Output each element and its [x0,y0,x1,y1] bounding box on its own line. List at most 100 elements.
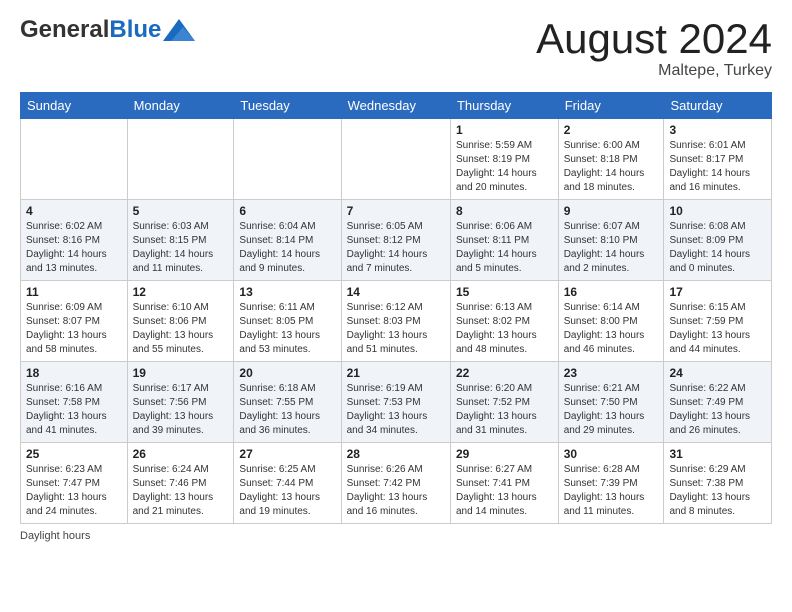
day-info: Sunrise: 6:20 AM Sunset: 7:52 PM Dayligh… [456,382,553,438]
daylight-label: Daylight hours [20,530,90,542]
day-number: 22 [456,366,553,380]
day-number: 1 [456,123,553,137]
calendar-cell: 9Sunrise: 6:07 AM Sunset: 8:10 PM Daylig… [558,200,664,281]
day-number: 10 [669,204,766,218]
logo-blue: Blue [109,16,161,44]
day-info: Sunrise: 6:02 AM Sunset: 8:16 PM Dayligh… [26,220,122,276]
calendar-cell: 22 Sunrise: 6:20 AM Sunset: 7:52 PM Dayli… [450,362,558,443]
page: General Blue August 2024 Maltepe, Turkey… [0,0,792,612]
calendar-cell: 23Sunrise: 6:21 AM Sunset: 7:50 PM Dayli… [558,362,664,443]
day-info: Sunrise: 6:18 AM Sunset: 7:55 PM Dayligh… [239,382,335,438]
day-number: 25 [26,447,122,461]
calendar-cell: 26 Sunrise: 6:24 AM Sunset: 7:46 PM Dayli… [127,443,234,524]
calendar-cell: 25 Sunrise: 6:23 AM Sunset: 7:47 PM Dayli… [21,443,128,524]
legend: Daylight hours [20,530,772,542]
day-number: 4 [26,204,122,218]
location-subtitle: Maltepe, Turkey [536,62,772,80]
day-number: 7 [347,204,445,218]
calendar-cell: 11Sunrise: 6:09 AM Sunset: 8:07 PM Dayli… [21,281,128,362]
day-info: Sunrise: 6:24 AM Sunset: 7:46 PM Dayligh… [133,463,229,519]
day-info: Sunrise: 6:27 AM Sunset: 7:41 PM Dayligh… [456,463,553,519]
calendar-cell: 28Sunrise: 6:26 AM Sunset: 7:42 PM Dayli… [341,443,450,524]
day-number: 21 [347,366,445,380]
calendar-cell: 18 Sunrise: 6:16 AM Sunset: 7:58 PM Dayli… [21,362,128,443]
calendar-cell: 20 Sunrise: 6:18 AM Sunset: 7:55 PM Dayli… [234,362,341,443]
day-info: Sunrise: 6:23 AM Sunset: 7:47 PM Dayligh… [26,463,122,519]
day-header-sunday: Sunday [21,93,128,119]
calendar-cell: 19 Sunrise: 6:17 AM Sunset: 7:56 PM Dayli… [127,362,234,443]
calendar-cell: 1Sunrise: 5:59 AM Sunset: 8:19 PM Daylig… [450,119,558,200]
day-number: 5 [133,204,229,218]
day-header-friday: Friday [558,93,664,119]
day-number: 16 [564,285,659,299]
calendar-cell: 15Sunrise: 6:13 AM Sunset: 8:02 PM Dayli… [450,281,558,362]
logo-icon [163,19,195,41]
day-info: Sunrise: 6:29 AM Sunset: 7:38 PM Dayligh… [669,463,766,519]
calendar-week-3: 11Sunrise: 6:09 AM Sunset: 8:07 PM Dayli… [21,281,772,362]
calendar-cell: 3 Sunrise: 6:01 AM Sunset: 8:17 PM Daylig… [664,119,772,200]
calendar-cell: 5Sunrise: 6:03 AM Sunset: 8:15 PM Daylig… [127,200,234,281]
day-header-tuesday: Tuesday [234,93,341,119]
day-info: Sunrise: 6:08 AM Sunset: 8:09 PM Dayligh… [669,220,766,276]
day-info: Sunrise: 6:01 AM Sunset: 8:17 PM Dayligh… [669,139,766,195]
calendar-cell: 4 Sunrise: 6:02 AM Sunset: 8:16 PM Daylig… [21,200,128,281]
day-info: Sunrise: 6:12 AM Sunset: 8:03 PM Dayligh… [347,301,445,357]
calendar-header-row: SundayMondayTuesdayWednesdayThursdayFrid… [21,93,772,119]
calendar-cell: 8Sunrise: 6:06 AM Sunset: 8:11 PM Daylig… [450,200,558,281]
day-info: Sunrise: 6:16 AM Sunset: 7:58 PM Dayligh… [26,382,122,438]
day-info: Sunrise: 6:28 AM Sunset: 7:39 PM Dayligh… [564,463,659,519]
day-number: 26 [133,447,229,461]
day-info: Sunrise: 6:09 AM Sunset: 8:07 PM Dayligh… [26,301,122,357]
calendar-cell [341,119,450,200]
day-number: 14 [347,285,445,299]
calendar-cell: 24 Sunrise: 6:22 AM Sunset: 7:49 PM Dayli… [664,362,772,443]
day-info: Sunrise: 6:06 AM Sunset: 8:11 PM Dayligh… [456,220,553,276]
day-number: 20 [239,366,335,380]
day-number: 6 [239,204,335,218]
day-info: Sunrise: 6:11 AM Sunset: 8:05 PM Dayligh… [239,301,335,357]
day-number: 18 [26,366,122,380]
logo: General Blue [20,16,195,44]
page-title: August 2024 [536,16,772,62]
calendar-cell: 29Sunrise: 6:27 AM Sunset: 7:41 PM Dayli… [450,443,558,524]
day-number: 2 [564,123,659,137]
calendar-week-2: 4 Sunrise: 6:02 AM Sunset: 8:16 PM Daylig… [21,200,772,281]
day-info: Sunrise: 6:14 AM Sunset: 8:00 PM Dayligh… [564,301,659,357]
calendar-cell: 6 Sunrise: 6:04 AM Sunset: 8:14 PM Daylig… [234,200,341,281]
day-info: Sunrise: 6:10 AM Sunset: 8:06 PM Dayligh… [133,301,229,357]
calendar-cell [127,119,234,200]
day-info: Sunrise: 6:15 AM Sunset: 7:59 PM Dayligh… [669,301,766,357]
day-number: 27 [239,447,335,461]
calendar-week-5: 25 Sunrise: 6:23 AM Sunset: 7:47 PM Dayli… [21,443,772,524]
calendar-cell: 13Sunrise: 6:11 AM Sunset: 8:05 PM Dayli… [234,281,341,362]
day-info: Sunrise: 6:25 AM Sunset: 7:44 PM Dayligh… [239,463,335,519]
day-number: 12 [133,285,229,299]
calendar-cell: 7 Sunrise: 6:05 AM Sunset: 8:12 PM Daylig… [341,200,450,281]
calendar-table: SundayMondayTuesdayWednesdayThursdayFrid… [20,92,772,524]
day-number: 24 [669,366,766,380]
day-number: 23 [564,366,659,380]
day-number: 3 [669,123,766,137]
day-info: Sunrise: 6:19 AM Sunset: 7:53 PM Dayligh… [347,382,445,438]
day-header-thursday: Thursday [450,93,558,119]
day-info: Sunrise: 6:22 AM Sunset: 7:49 PM Dayligh… [669,382,766,438]
day-header-saturday: Saturday [664,93,772,119]
calendar-week-4: 18 Sunrise: 6:16 AM Sunset: 7:58 PM Dayli… [21,362,772,443]
day-info: Sunrise: 6:00 AM Sunset: 8:18 PM Dayligh… [564,139,659,195]
calendar-cell: 21 Sunrise: 6:19 AM Sunset: 7:53 PM Dayli… [341,362,450,443]
calendar-cell: 12 Sunrise: 6:10 AM Sunset: 8:06 PM Dayli… [127,281,234,362]
day-info: Sunrise: 6:05 AM Sunset: 8:12 PM Dayligh… [347,220,445,276]
day-number: 17 [669,285,766,299]
calendar-cell: 31Sunrise: 6:29 AM Sunset: 7:38 PM Dayli… [664,443,772,524]
day-info: Sunrise: 6:17 AM Sunset: 7:56 PM Dayligh… [133,382,229,438]
day-info: Sunrise: 6:04 AM Sunset: 8:14 PM Dayligh… [239,220,335,276]
day-number: 30 [564,447,659,461]
day-number: 19 [133,366,229,380]
calendar-cell: 27 Sunrise: 6:25 AM Sunset: 7:44 PM Dayli… [234,443,341,524]
day-header-wednesday: Wednesday [341,93,450,119]
title-block: August 2024 Maltepe, Turkey [536,16,772,80]
day-number: 15 [456,285,553,299]
header: General Blue August 2024 Maltepe, Turkey [20,16,772,80]
calendar-cell: 17 Sunrise: 6:15 AM Sunset: 7:59 PM Dayli… [664,281,772,362]
day-info: Sunrise: 6:26 AM Sunset: 7:42 PM Dayligh… [347,463,445,519]
